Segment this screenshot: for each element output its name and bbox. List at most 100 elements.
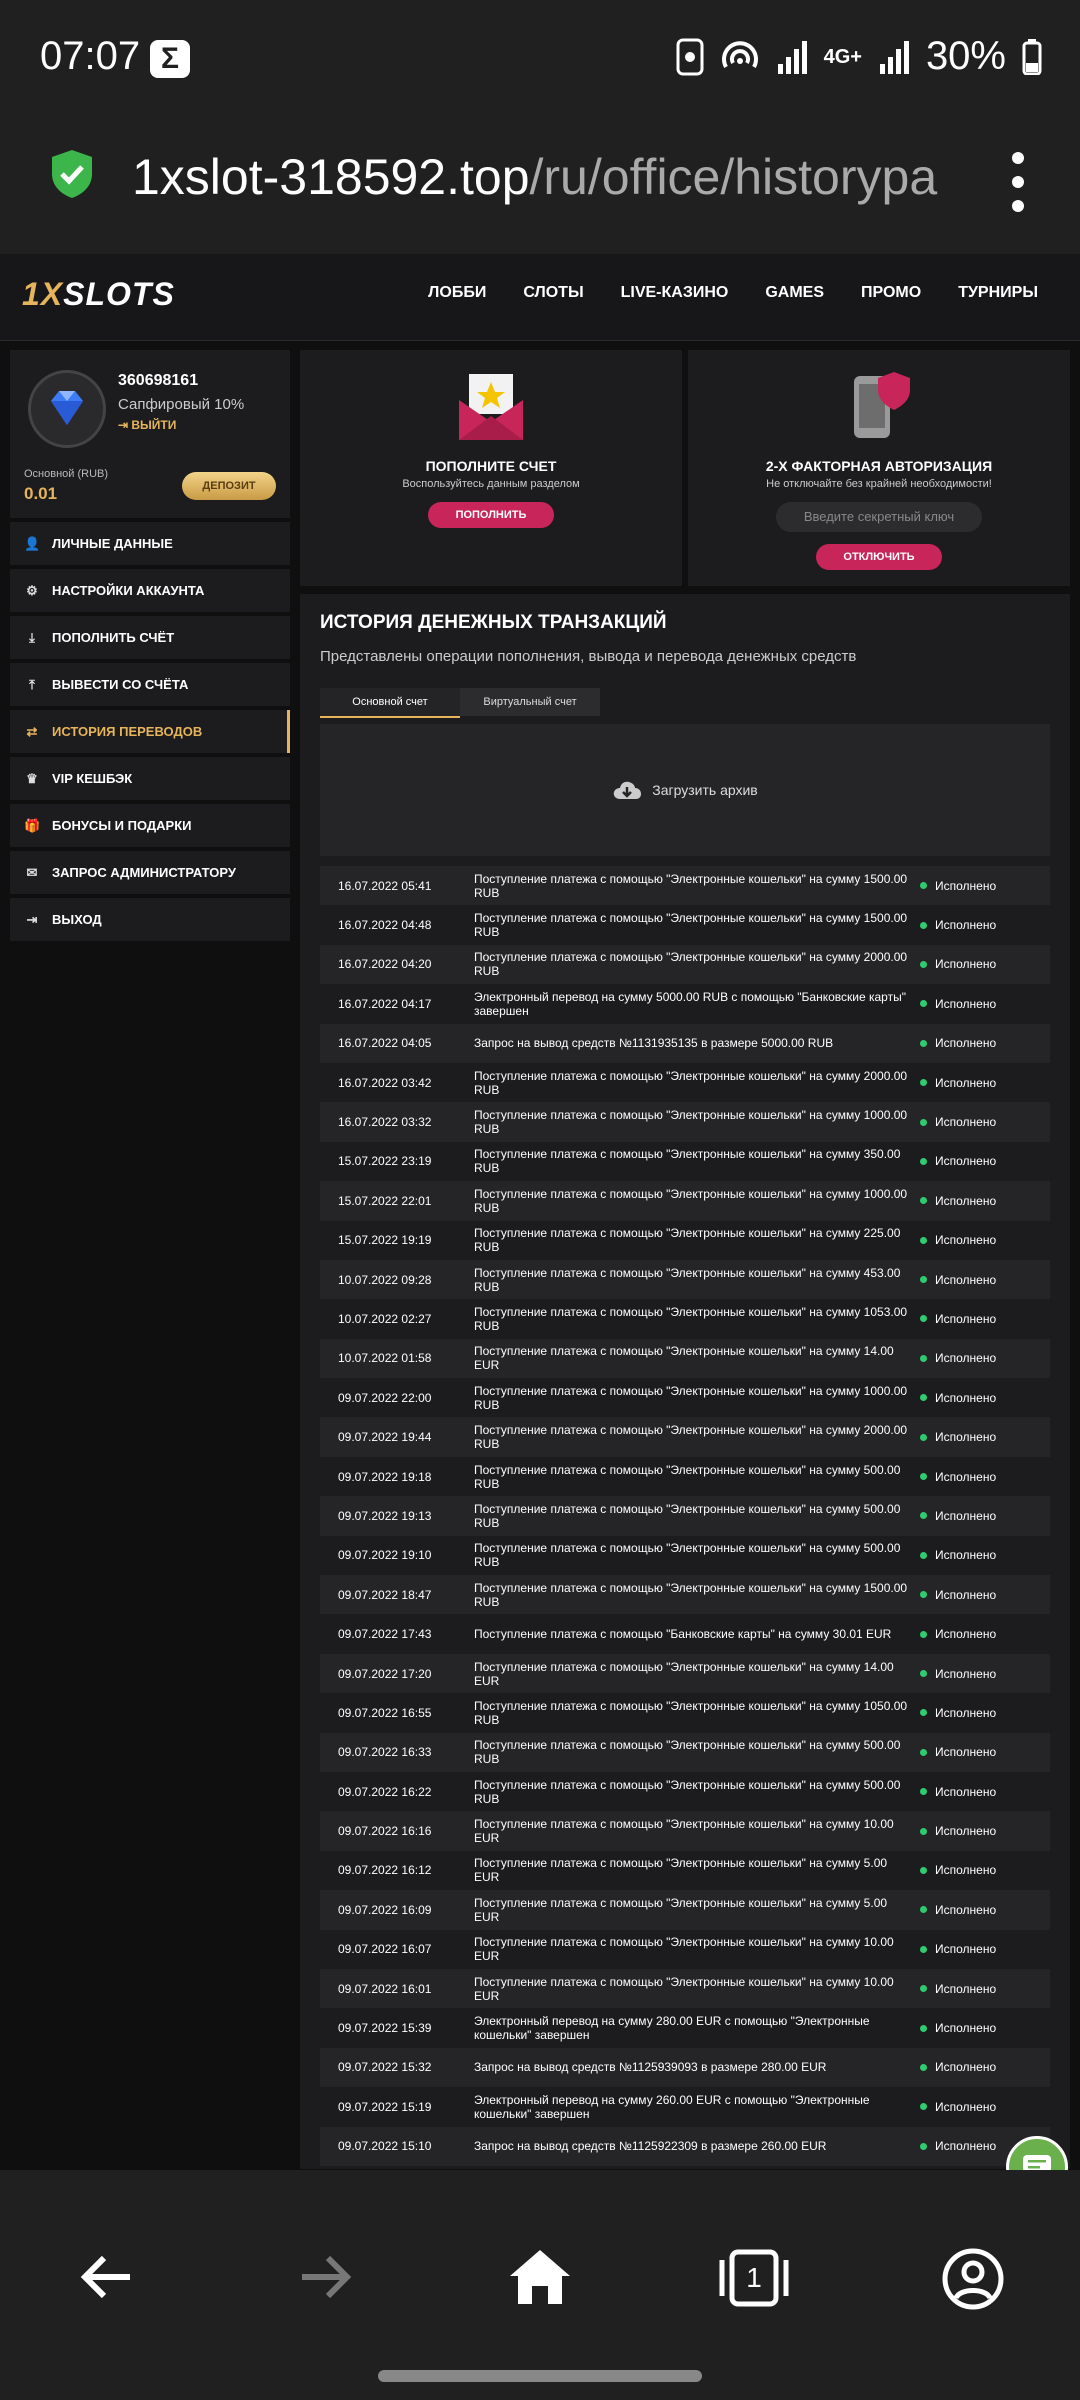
status-dot-icon	[920, 1039, 927, 1047]
nav-promo[interactable]: ПРОМО	[861, 284, 921, 302]
site-logo[interactable]: 1XSLOTS	[22, 276, 175, 313]
download-archive-button[interactable]: Загрузить архив	[320, 724, 1050, 856]
gift-icon: 🎁	[24, 817, 41, 833]
transaction-date: 15.07.2022 22:01	[338, 1193, 432, 1208]
profile-exit-link[interactable]: ⇥ ВЫЙТИ	[118, 418, 176, 432]
status-label: Исполнено	[935, 1981, 997, 1996]
status-label: Исполнено	[935, 1430, 997, 1445]
status-dot-icon	[920, 1709, 927, 1717]
transaction-status: Исполнено	[920, 1588, 996, 1602]
upload-icon: ⤒	[29, 676, 35, 692]
status-dot-icon	[920, 1315, 927, 1323]
transaction-description: Поступление платежа с помощью "Электронн…	[474, 1698, 908, 1727]
site-header: 1XSLOTS ЛОББИ СЛОТЫ LIVE-КАЗИНО GAMES ПР…	[0, 254, 1080, 341]
sidebar-item-deposit[interactable]: ⤓ ПОПОЛНИТЬ СЧЁТ	[10, 616, 290, 659]
disable-2fa-button[interactable]: ОТКЛЮЧИТЬ	[816, 544, 942, 570]
status-label: Исполнено	[935, 1154, 997, 1169]
status-label: Исполнено	[935, 918, 997, 933]
transaction-description: Поступление платежа с помощью "Электронн…	[474, 1423, 908, 1452]
battery-charging-icon	[1022, 38, 1042, 75]
transaction-description: Поступление платежа с помощью "Электронн…	[474, 1501, 901, 1530]
table-row: 09.07.2022 19:13 Поступление платежа с по…	[320, 1496, 1050, 1536]
status-dot-icon	[920, 1473, 927, 1481]
transaction-status: Исполнено	[920, 1903, 996, 1917]
browser-url-bar[interactable]: 1xslot-318592.top/ru/office/historypa	[0, 118, 1080, 254]
envelope-star-icon	[459, 374, 523, 440]
sidebar-item-logout[interactable]: ⇥ ВЫХОД	[10, 898, 290, 941]
transaction-status: Исполнено	[920, 1982, 996, 1996]
sidebar-item-personal-data[interactable]: 👤 ЛИЧНЫЕ ДАННЫЕ	[10, 522, 290, 565]
sidebar-item-label: ПОПОЛНИТЬ СЧЁТ	[52, 630, 175, 645]
transaction-description: Поступление платежа с помощью "Электронн…	[474, 911, 908, 940]
nav-games[interactable]: GAMES	[765, 284, 824, 302]
tab-main-account[interactable]: Основной счет	[320, 688, 460, 718]
sidebar-item-bonuses[interactable]: 🎁 БОНУСЫ И ПОДАРКИ	[10, 804, 290, 847]
tabs-switcher-button[interactable]: 1	[718, 2248, 790, 2308]
sidebar-item-account-settings[interactable]: ⚙ НАСТРОЙКИ АККАУНТА	[10, 569, 290, 612]
transaction-status: Исполнено	[920, 1509, 996, 1523]
account-sidebar: 360698161 Сапфировый 10% ⇥ ВЫЙТИ Основно…	[10, 350, 290, 941]
deposit-button[interactable]: ДЕПОЗИТ	[182, 472, 276, 500]
browser-menu-icon[interactable]	[1010, 152, 1026, 212]
transaction-date: 09.07.2022 17:43	[338, 1627, 432, 1642]
status-bar: 07:07 Σ 4G+ 30%	[0, 0, 1080, 118]
transaction-status: Исполнено	[920, 1273, 996, 1287]
table-row: 09.07.2022 15:39 Электронный перевод на с…	[320, 2008, 1050, 2048]
status-label: Исполнено	[935, 1351, 997, 1366]
transaction-description: Поступление платежа с помощью "Электронн…	[474, 1265, 901, 1294]
secure-shield-icon[interactable]	[50, 148, 94, 200]
sidebar-item-transfer-history[interactable]: ⇄ ИСТОРИЯ ПЕРЕВОДОВ	[10, 710, 290, 753]
transaction-date: 09.07.2022 22:00	[338, 1390, 432, 1405]
status-label: Исполнено	[935, 1902, 997, 1917]
gesture-home-bar[interactable]	[378, 2370, 702, 2382]
status-right: 4G+ 30%	[676, 34, 1042, 79]
vpn-key-icon	[676, 38, 704, 75]
table-row: 16.07.2022 05:41 Поступление платежа с по…	[320, 866, 1050, 906]
envelope-icon: ✉	[26, 864, 38, 880]
sidebar-item-label: ИСТОРИЯ ПЕРЕВОДОВ	[52, 724, 203, 739]
nav-tournaments[interactable]: ТУРНИРЫ	[958, 284, 1038, 302]
account-profile-icon[interactable]	[942, 2248, 1004, 2310]
status-dot-icon	[920, 960, 927, 968]
status-label: Исполнено	[935, 2099, 997, 2114]
transaction-date: 16.07.2022 03:32	[338, 1115, 432, 1130]
tab-virtual-account[interactable]: Виртуальный счет	[460, 688, 600, 716]
signal-icon-2	[879, 40, 909, 74]
nav-slots[interactable]: СЛОТЫ	[523, 284, 583, 302]
status-label: Исполнено	[935, 1745, 997, 1760]
transaction-description: Электронный перевод на сумму 260.00 EUR …	[474, 2092, 870, 2121]
sidebar-item-admin-request[interactable]: ✉ ЗАПРОС АДМИНИСТРАТОРУ	[10, 851, 290, 894]
url-path: /ru/office/historypa	[529, 149, 938, 205]
sidebar-item-label: ВЫВЕСТИ СО СЧЁТА	[52, 677, 189, 692]
table-row: 16.07.2022 03:32 Поступление платежа с по…	[320, 1102, 1050, 1142]
table-row: 10.07.2022 02:27 Поступление платежа с по…	[320, 1299, 1050, 1339]
transaction-status: Исполнено	[920, 1745, 996, 1759]
top-up-button[interactable]: ПОПОЛНИТЬ	[428, 502, 554, 528]
status-dot-icon	[920, 1906, 927, 1914]
table-row: 09.07.2022 16:12 Поступление платежа с по…	[320, 1850, 1050, 1891]
forward-arrow-icon[interactable]	[296, 2248, 354, 2306]
sidebar-item-vip-cashback[interactable]: ♛ VIP КЕШБЭК	[10, 757, 290, 800]
network-type: 4G+	[823, 45, 862, 68]
url-text[interactable]: 1xslot-318592.top/ru/office/historypa	[132, 148, 952, 206]
back-arrow-icon[interactable]	[78, 2248, 136, 2306]
transaction-status: Исполнено	[920, 997, 996, 1011]
status-dot-icon	[920, 1748, 927, 1756]
battery-percent: 30%	[925, 34, 1006, 78]
transaction-status: Исполнено	[920, 1115, 996, 1129]
home-icon[interactable]	[508, 2248, 572, 2306]
nav-lobby[interactable]: ЛОББИ	[428, 284, 486, 302]
transaction-description: Поступление платежа с помощью "Электронн…	[474, 1462, 901, 1491]
table-row: 09.07.2022 18:47 Поступление платежа с по…	[320, 1575, 1050, 1615]
sigma-app-icon: Σ	[150, 40, 190, 78]
transaction-status: Исполнено	[920, 1667, 996, 1681]
transaction-description: Поступление платежа с помощью "Электронн…	[474, 871, 908, 900]
sidebar-item-withdraw[interactable]: ⤒ ВЫВЕСТИ СО СЧЁТА	[10, 663, 290, 706]
secret-key-input[interactable]: Введите секретный ключ	[776, 502, 982, 532]
transaction-description: Поступление платежа с помощью "Электронн…	[474, 1226, 901, 1255]
status-dot-icon	[920, 1551, 927, 1559]
transaction-status: Исполнено	[920, 1430, 996, 1444]
transaction-description: Запрос на вывод средств №1131935135 в ра…	[474, 1036, 834, 1051]
vip-level: Сапфировый 10%	[118, 396, 245, 413]
nav-live-casino[interactable]: LIVE-КАЗИНО	[621, 284, 729, 302]
